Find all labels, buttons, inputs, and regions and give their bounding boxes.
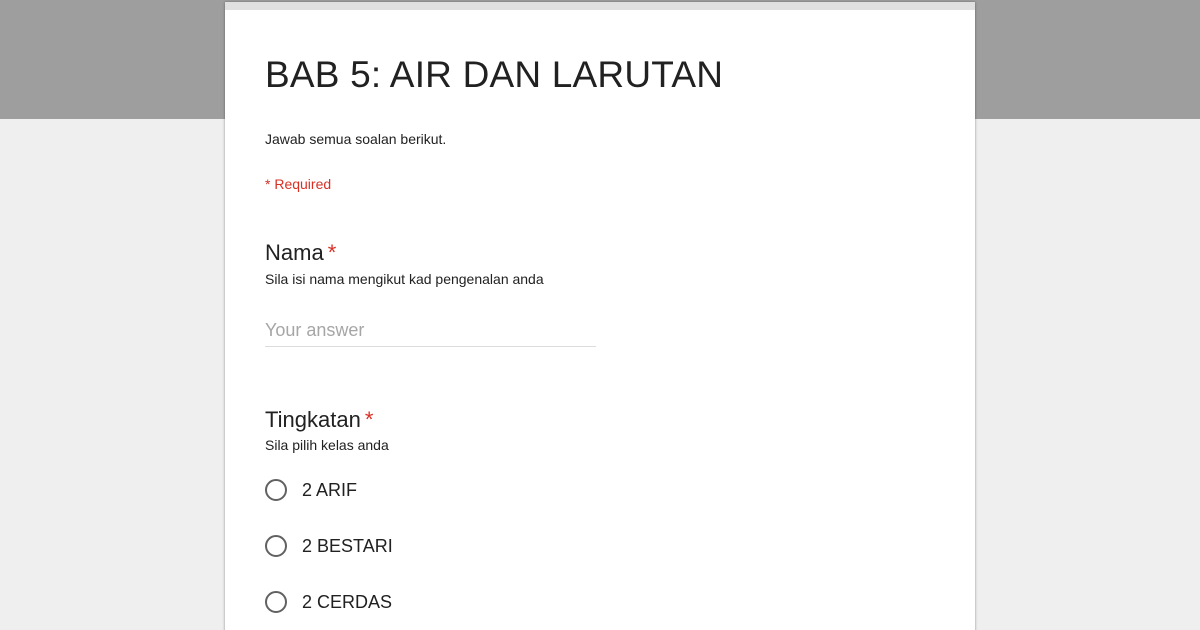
card-top-strip — [225, 2, 975, 10]
radio-option-2-arif[interactable]: 2 ARIF — [265, 477, 357, 503]
question-nama-label: Nama — [265, 240, 324, 265]
question-tingkatan-title: Tingkatan * — [265, 407, 373, 433]
question-tingkatan-help: Sila pilih kelas anda — [265, 437, 389, 453]
radio-button-icon[interactable] — [265, 535, 287, 557]
form-description: Jawab semua soalan berikut. — [265, 131, 447, 147]
radio-option-label: 2 BESTARI — [302, 535, 393, 556]
nama-answer-input[interactable] — [265, 314, 596, 347]
required-note: * Required — [265, 176, 332, 192]
question-tingkatan-label: Tingkatan — [265, 407, 361, 432]
radio-button-icon[interactable] — [265, 479, 287, 501]
form-card: BAB 5: AIR DAN LARUTAN Jawab semua soala… — [225, 2, 975, 630]
radio-option-label: 2 CERDAS — [302, 591, 393, 612]
question-nama-title: Nama * — [265, 240, 336, 266]
question-nama-help: Sila isi nama mengikut kad pengenalan an… — [265, 271, 544, 287]
radio-option-2-bestari[interactable]: 2 BESTARI — [265, 533, 393, 559]
required-asterisk: * — [327, 240, 337, 265]
radio-option-label: 2 ARIF — [302, 479, 358, 500]
required-asterisk: * — [364, 407, 374, 432]
form-title: BAB 5: AIR DAN LARUTAN — [265, 54, 724, 95]
radio-button-icon[interactable] — [265, 591, 287, 613]
radio-option-2-cerdas[interactable]: 2 CERDAS — [265, 589, 392, 615]
